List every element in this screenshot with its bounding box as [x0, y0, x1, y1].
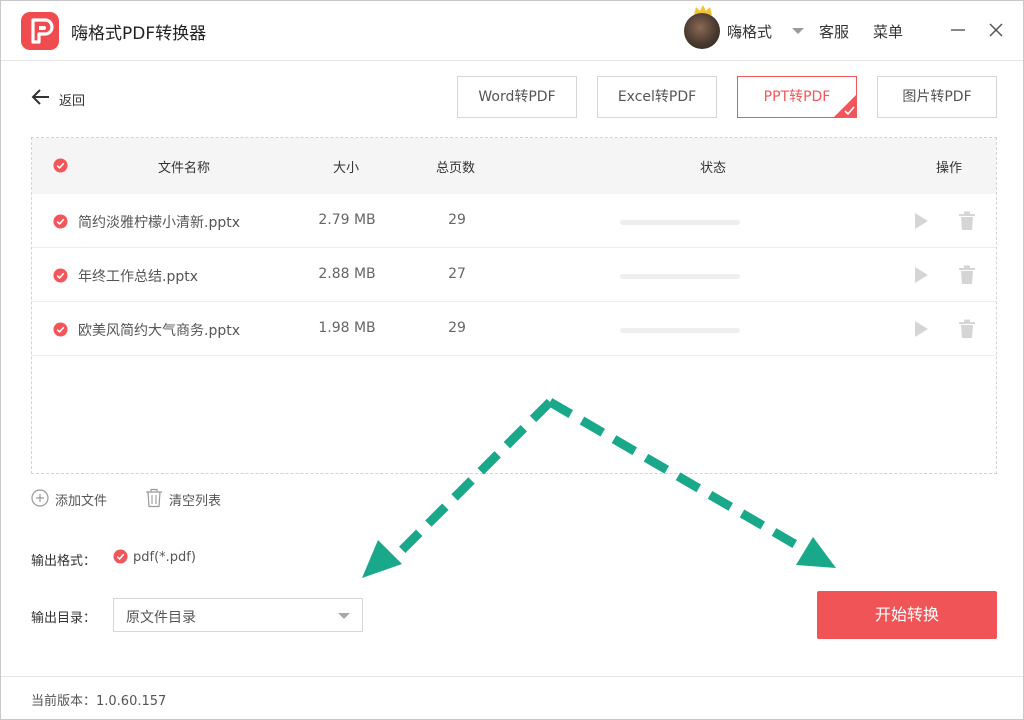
start-convert-button[interactable]: 开始转换 [817, 591, 997, 639]
trash-icon[interactable] [958, 211, 976, 231]
file-name: 欧美风简约大气商务.pptx [78, 323, 240, 339]
progress-bar [620, 220, 740, 225]
file-size: 2.88 MB [318, 266, 376, 282]
col-pages: 总页数 [436, 161, 476, 176]
table-row: 年终工作总结.pptx 2.88 MB 27 [32, 248, 996, 302]
clear-list-label: 清空列表 [169, 494, 222, 509]
play-icon[interactable] [913, 319, 929, 339]
col-status: 状态 [700, 161, 727, 176]
version-text: 当前版本：1.0.60.157 [31, 694, 167, 709]
plus-circle-icon [31, 489, 49, 507]
tab-word-to-pdf[interactable]: Word转PDF [457, 76, 577, 118]
file-pages: 29 [448, 212, 466, 228]
file-size: 2.79 MB [318, 212, 376, 228]
output-format-value[interactable]: pdf(*.pdf) [133, 550, 196, 565]
back-label: 返回 [59, 94, 86, 109]
col-actions: 操作 [936, 161, 963, 176]
file-name: 简约淡雅柠檬小清新.pptx [78, 215, 240, 231]
output-dir-select[interactable]: 原文件目录 [113, 598, 363, 632]
play-icon[interactable] [913, 265, 929, 285]
add-file-label: 添加文件 [55, 494, 108, 509]
play-icon[interactable] [913, 211, 929, 231]
arrow-left-icon [31, 89, 49, 105]
output-format-label: 输出格式： [31, 554, 97, 569]
file-size: 1.98 MB [318, 320, 376, 336]
close-icon[interactable] [987, 21, 1005, 39]
selected-corner-check-icon [833, 94, 857, 118]
app-title: 嗨格式PDF转换器 [71, 24, 207, 44]
customer-service-link[interactable]: 客服 [819, 21, 849, 42]
file-pages: 29 [448, 320, 466, 336]
chevron-down-icon[interactable] [792, 28, 804, 34]
row-checkbox[interactable] [53, 268, 68, 283]
add-file-button[interactable]: 添加文件 [31, 487, 117, 509]
col-size: 大小 [333, 161, 360, 176]
tab-excel-to-pdf[interactable]: Excel转PDF [597, 76, 717, 118]
clear-list-button[interactable]: 清空列表 [145, 487, 231, 509]
username[interactable]: 嗨格式 [727, 21, 772, 42]
tab-image-to-pdf[interactable]: 图片转PDF [877, 76, 997, 118]
tab-label: PPT转PDF [763, 89, 831, 105]
minimize-icon[interactable] [949, 21, 967, 39]
check-circle-icon [113, 549, 128, 564]
trash-icon [146, 488, 162, 508]
trash-icon[interactable] [958, 319, 976, 339]
output-dir-label: 输出目录： [31, 611, 97, 626]
table-row: 简约淡雅柠檬小清新.pptx 2.79 MB 29 [32, 194, 996, 248]
col-file-name: 文件名称 [158, 161, 211, 176]
chevron-down-icon [338, 613, 350, 619]
tab-ppt-to-pdf[interactable]: PPT转PDF [737, 76, 857, 118]
menu-link[interactable]: 菜单 [873, 21, 903, 42]
user-avatar[interactable] [684, 13, 720, 49]
pdf-logo-icon [21, 12, 59, 50]
select-all-checkbox[interactable] [53, 158, 68, 173]
status-bar: 当前版本：1.0.60.157 [1, 676, 1023, 719]
title-bar: 嗨格式PDF转换器 嗨格式 客服 菜单 [1, 1, 1023, 61]
app-window: 嗨格式PDF转换器 嗨格式 客服 菜单 返回 Word转PDF Excel转PD… [0, 0, 1024, 720]
table-row: 欧美风简约大气商务.pptx 1.98 MB 29 [32, 302, 996, 356]
file-table: 文件名称 大小 总页数 状态 操作 简约淡雅柠檬小清新.pptx 2.79 MB… [31, 137, 997, 474]
output-dir-value: 原文件目录 [126, 610, 196, 626]
progress-bar [620, 274, 740, 279]
back-button[interactable]: 返回 [31, 85, 101, 109]
file-name: 年终工作总结.pptx [78, 269, 198, 285]
trash-icon[interactable] [958, 265, 976, 285]
table-header: 文件名称 大小 总页数 状态 操作 [32, 138, 996, 194]
file-pages: 27 [448, 266, 466, 282]
progress-bar [620, 328, 740, 333]
row-checkbox[interactable] [53, 214, 68, 229]
row-checkbox[interactable] [53, 322, 68, 337]
